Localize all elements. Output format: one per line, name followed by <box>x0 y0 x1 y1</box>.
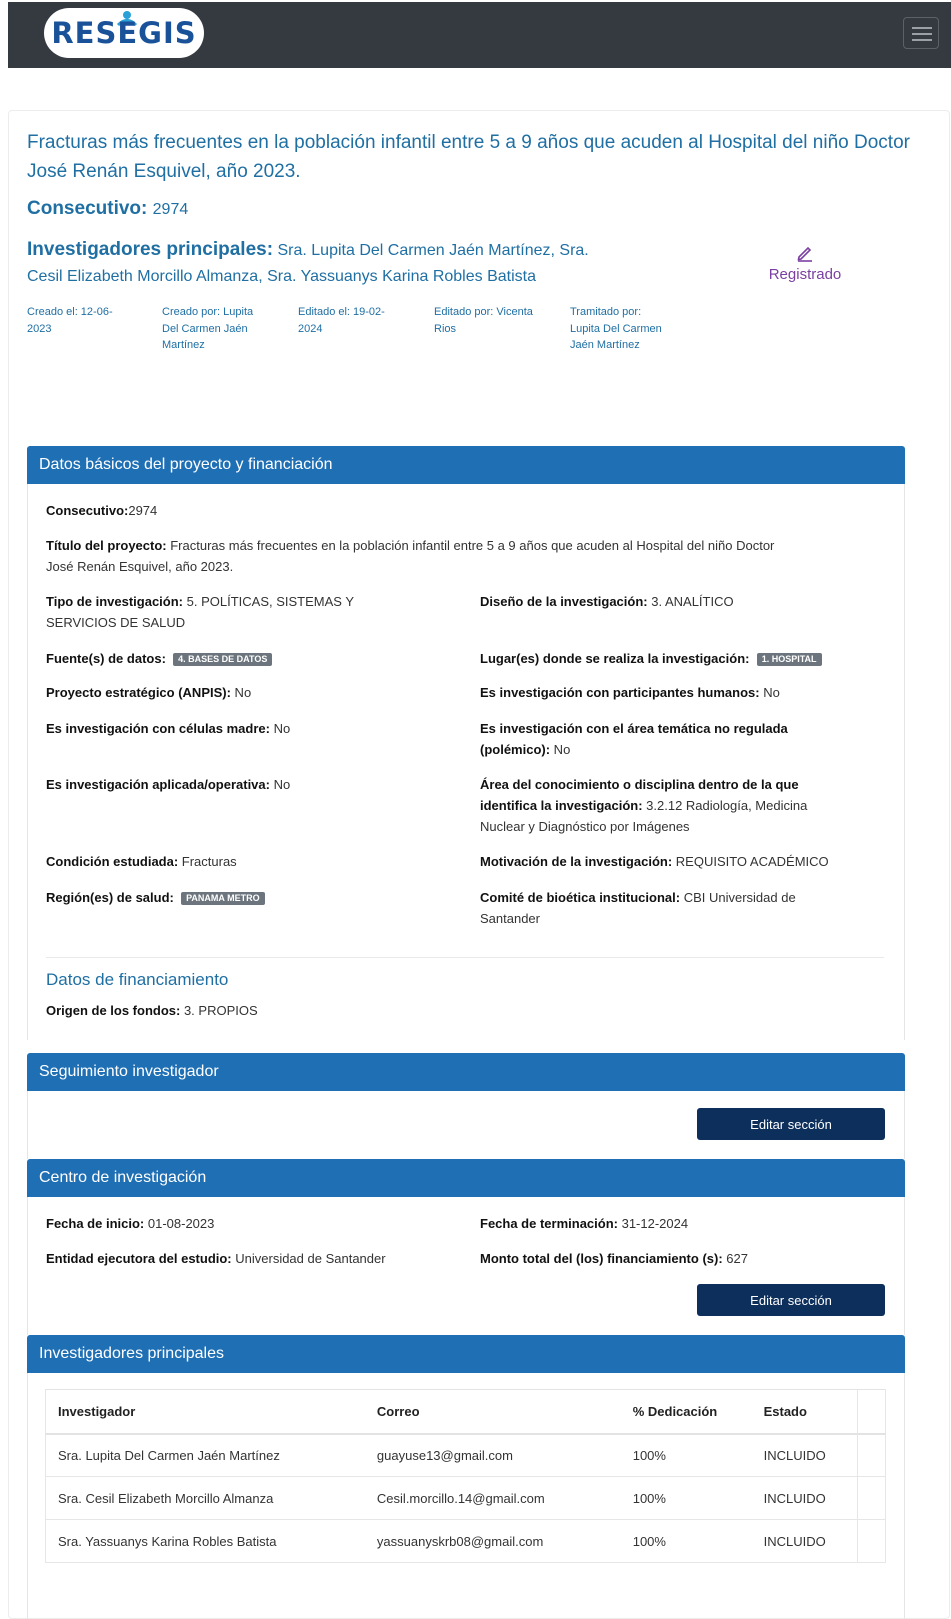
field-motivacion: Motivación de la investigación: REQUISIT… <box>480 854 829 869</box>
investigadores-line1: Sra. Lupita Del Carmen Jaén Martínez, Sr… <box>277 242 589 259</box>
field-titulo: Título del proyecto: Fracturas más frecu… <box>46 538 775 574</box>
meta-edited-by: Editado por: Vicenta Rios <box>434 306 533 335</box>
meta-created-date: Creado el: 12-06- 2023 <box>27 306 113 335</box>
brand-text: RESEGIS <box>51 16 197 50</box>
table-header-row: Investigador Correo % Dedicación Estado <box>44 1389 886 1435</box>
financiamiento-heading: Datos de financiamiento <box>46 970 229 989</box>
cell-estado: INCLUIDO <box>751 1476 858 1520</box>
column-header-estado[interactable]: Estado <box>751 1389 858 1435</box>
consecutivo-label: Consecutivo: <box>27 198 148 219</box>
field-tipo-investigacion: Tipo de investigación: 5. POLÍTICAS, SIS… <box>46 594 354 630</box>
cell-dedicacion: 100% <box>620 1519 752 1563</box>
field-origen-fondos: Origen de los fondos: 3. PROPIOS <box>46 1003 258 1018</box>
column-header-correo[interactable]: Correo <box>364 1389 621 1435</box>
cell-investigador: Sra. Lupita Del Carmen Jaén Martínez <box>44 1433 365 1477</box>
field-fecha-inicio: Fecha de inicio: 01-08-2023 <box>46 1216 215 1231</box>
edit-section-button-centro[interactable]: Editar sección <box>697 1284 885 1316</box>
field-region: Región(es) de salud: PANAMA METRO <box>46 887 265 908</box>
field-condicion: Condición estudiada: Fracturas <box>46 854 237 869</box>
column-header-actions <box>857 1389 886 1435</box>
cell-estado: INCLUIDO <box>751 1433 858 1477</box>
cell-estado: INCLUIDO <box>751 1519 858 1563</box>
cell-correo: guayuse13@gmail.com <box>364 1433 621 1477</box>
badge-fuente: 4. BASES DE DATOS <box>173 653 273 666</box>
status-label: Registrado <box>768 266 842 283</box>
cell-correo: yassuanyskrb08@gmail.com <box>364 1519 621 1563</box>
cell-actions <box>857 1519 886 1563</box>
status-registrado[interactable]: Registrado <box>765 244 845 283</box>
divider <box>46 957 884 958</box>
cell-investigador: Sra. Cesil Elizabeth Morcillo Almanza <box>44 1476 365 1520</box>
investigators-table-wrap: Investigador Correo % Dedicación Estado … <box>44 1389 886 1563</box>
field-diseno: Diseño de la investigación: 3. ANALÍTICO <box>480 594 734 609</box>
cell-actions <box>857 1476 886 1520</box>
field-polemico: Es investigación con el área temática no… <box>480 721 788 757</box>
consecutivo-heading: Consecutivo: 2974 <box>27 198 188 220</box>
field-humanos: Es investigación con participantes human… <box>480 685 780 700</box>
investigadores-line2: Cesil Elizabeth Morcillo Almanza, Sra. Y… <box>27 268 536 285</box>
consecutivo-value: 2974 <box>152 201 189 218</box>
top-navbar: RESEGIS <box>8 2 951 68</box>
section-header-datos-basicos[interactable]: Datos básicos del proyecto y financiació… <box>27 446 905 484</box>
meta-edited-date: Editado el: 19-02- 2024 <box>298 306 385 335</box>
field-celulas-madre: Es investigación con células madre: No <box>46 721 291 736</box>
cell-correo: Cesil.morcillo.14@gmail.com <box>364 1476 621 1520</box>
cell-dedicacion: 100% <box>620 1476 752 1520</box>
pencil-icon <box>797 246 812 262</box>
hamburger-menu-icon[interactable] <box>903 17 939 49</box>
field-entidad-ejecutora: Entidad ejecutora del estudio: Universid… <box>46 1251 386 1266</box>
field-consecutivo: Consecutivo:2974 <box>46 503 158 518</box>
table-row: Sra. Lupita Del Carmen Jaén Martínez gua… <box>44 1433 886 1477</box>
section-header-centro[interactable]: Centro de investigación <box>27 1159 905 1197</box>
edit-section-button-seguimiento[interactable]: Editar sección <box>697 1108 885 1140</box>
badge-lugar: 1. HOSPITAL <box>756 653 822 666</box>
table-row: Sra. Cesil Elizabeth Morcillo Almanza Ce… <box>44 1476 886 1520</box>
field-anpis: Proyecto estratégico (ANPIS): No <box>46 685 252 700</box>
badge-region: PANAMA METRO <box>181 892 265 905</box>
principal-investigators-heading: Investigadores principales: Sra. Lupita … <box>27 237 687 290</box>
section-header-seguimiento[interactable]: Seguimiento investigador <box>27 1053 905 1091</box>
column-header-investigador[interactable]: Investigador <box>44 1389 365 1435</box>
brand-logo[interactable]: RESEGIS <box>44 8 204 58</box>
meta-processed-by: Tramitado por: Lupita Del Carmen Jaén Mart… <box>570 306 662 351</box>
project-title: Fracturas más frecuentes en la población… <box>27 132 910 182</box>
cell-dedicacion: 100% <box>620 1433 752 1477</box>
investigadores-label: Investigadores principales: <box>27 239 274 260</box>
section-header-investigadores[interactable]: Investigadores principales <box>27 1335 905 1373</box>
meta-created-by: Creado por: Lupita Del Carmen Jaén Martíne… <box>162 306 254 351</box>
field-aplicada: Es investigación aplicada/operativa: No <box>46 777 291 792</box>
field-monto-total: Monto total del (los) financiamiento (s)… <box>480 1251 748 1266</box>
field-lugar: Lugar(es) donde se realiza la investigac… <box>480 648 822 669</box>
field-comite: Comité de bioética institucional: CBI Un… <box>480 890 796 926</box>
investigators-table: Investigador Correo % Dedicación Estado … <box>44 1389 886 1563</box>
cell-investigador: Sra. Yassuanys Karina Robles Batista <box>44 1519 365 1563</box>
field-area-conocimiento: Área del conocimiento o disciplina dentr… <box>480 777 808 834</box>
column-header-dedicacion[interactable]: % Dedicación <box>620 1389 752 1435</box>
field-fecha-terminacion: Fecha de terminación: 31-12-2024 <box>480 1216 689 1231</box>
table-row: Sra. Yassuanys Karina Robles Batista yas… <box>44 1519 886 1563</box>
cell-actions <box>857 1433 886 1477</box>
field-fuente-datos: Fuente(s) de datos: 4. BASES DE DATOS <box>46 648 273 669</box>
